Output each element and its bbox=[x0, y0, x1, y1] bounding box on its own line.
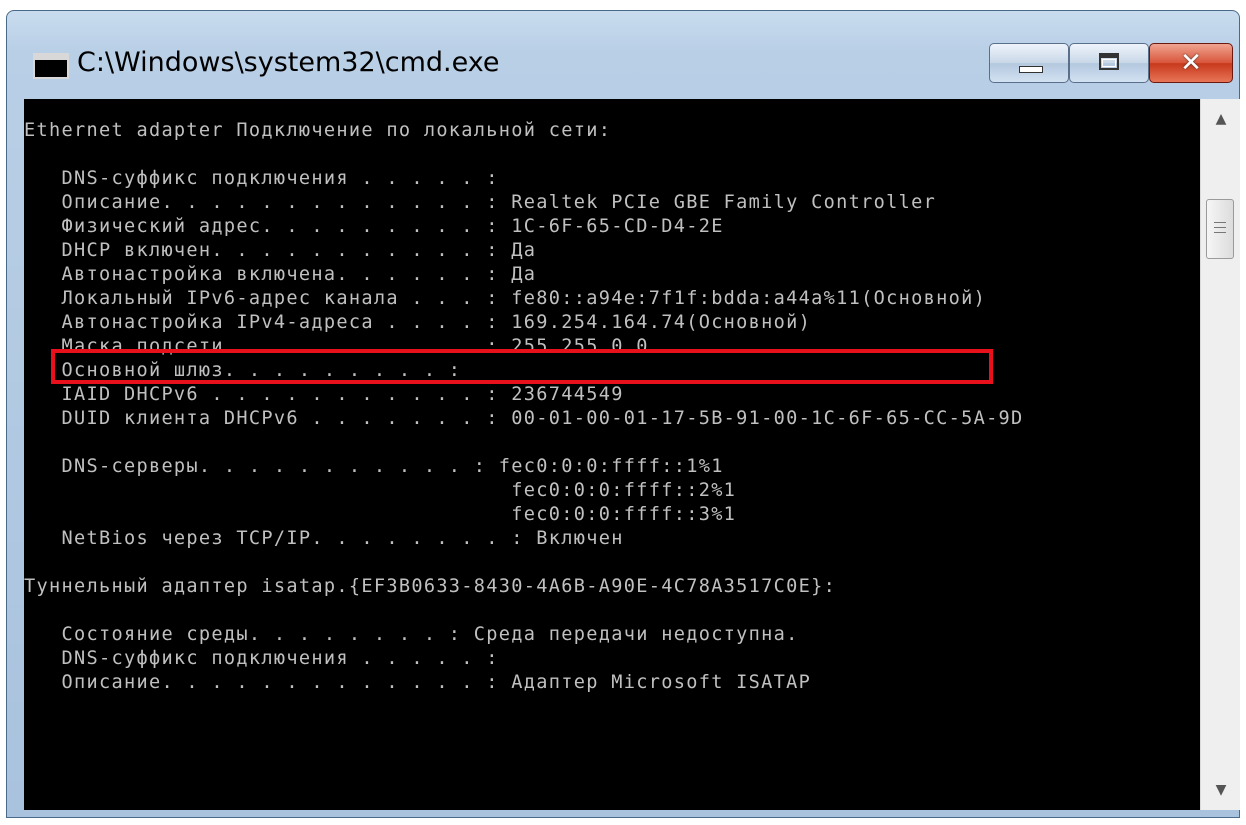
console-line: Локальный IPv6-адрес канала . . . : fe80… bbox=[24, 288, 987, 309]
console-line: fec0:0:0:ffff::3%1 bbox=[24, 504, 737, 525]
window-title: C:\Windows\system32\cmd.exe bbox=[77, 47, 500, 78]
cmd-window: C:\Windows\system32\cmd.exe ✕ Ethernet a… bbox=[6, 10, 1240, 818]
close-button[interactable]: ✕ bbox=[1149, 43, 1233, 83]
grip-line bbox=[1214, 227, 1226, 228]
vertical-scrollbar[interactable]: ▲ ▼ bbox=[1200, 99, 1240, 810]
console-line: DNS-суффикс подключения . . . . . : bbox=[24, 648, 499, 669]
grip-line bbox=[1214, 232, 1226, 233]
console-output[interactable]: Ethernet adapter Подключение по локально… bbox=[24, 99, 1200, 810]
title-bar[interactable]: C:\Windows\system32\cmd.exe ✕ bbox=[7, 11, 1239, 99]
console-line: NetBios через TCP/IP. . . . . . . . : Вк… bbox=[24, 528, 624, 549]
scroll-down-arrow-icon[interactable]: ▼ bbox=[1201, 770, 1241, 810]
console-line: Ethernet adapter Подключение по локально… bbox=[24, 120, 612, 141]
scroll-up-arrow-icon[interactable]: ▲ bbox=[1201, 99, 1241, 139]
console-lines: Ethernet adapter Подключение по локально… bbox=[24, 119, 1024, 695]
minimize-button[interactable] bbox=[989, 43, 1069, 83]
maximize-icon bbox=[1099, 53, 1119, 70]
grip-line bbox=[1214, 222, 1226, 223]
console-line: DHCP включен. . . . . . . . . . . : Да bbox=[24, 240, 537, 261]
ipv4-highlight-box bbox=[51, 349, 993, 384]
cmd-console-icon[interactable] bbox=[33, 53, 69, 79]
close-icon: ✕ bbox=[1180, 48, 1202, 78]
console-line: Туннельный адаптер isatap.{EF3B0633-8430… bbox=[24, 576, 837, 597]
console-line: Физический адрес. . . . . . . . . : 1C-6… bbox=[24, 216, 724, 237]
console-line: DUID клиента DHCPv6 . . . . . . . : 00-0… bbox=[24, 408, 1024, 429]
console-line: DNS-суффикс подключения . . . . . : bbox=[24, 168, 499, 189]
console-line: DNS-серверы. . . . . . . . . . . : fec0:… bbox=[24, 456, 724, 477]
console-line: Описание. . . . . . . . . . . . . : Real… bbox=[24, 192, 937, 213]
console-line: Автонастройка IPv4-адреса . . . . : 169.… bbox=[24, 312, 812, 333]
console-line: Автонастройка включена. . . . . . : Да bbox=[24, 264, 537, 285]
console-line: Состояние среды. . . . . . . . : Среда п… bbox=[24, 624, 799, 645]
minimize-icon bbox=[1019, 66, 1043, 73]
scroll-thumb[interactable] bbox=[1206, 199, 1234, 259]
maximize-button[interactable] bbox=[1069, 43, 1149, 83]
console-line: fec0:0:0:ffff::2%1 bbox=[24, 480, 737, 501]
console-line: Описание. . . . . . . . . . . . . : Адап… bbox=[24, 672, 812, 693]
console-line: IAID DHCPv6 . . . . . . . . . . . : 2367… bbox=[24, 384, 624, 405]
